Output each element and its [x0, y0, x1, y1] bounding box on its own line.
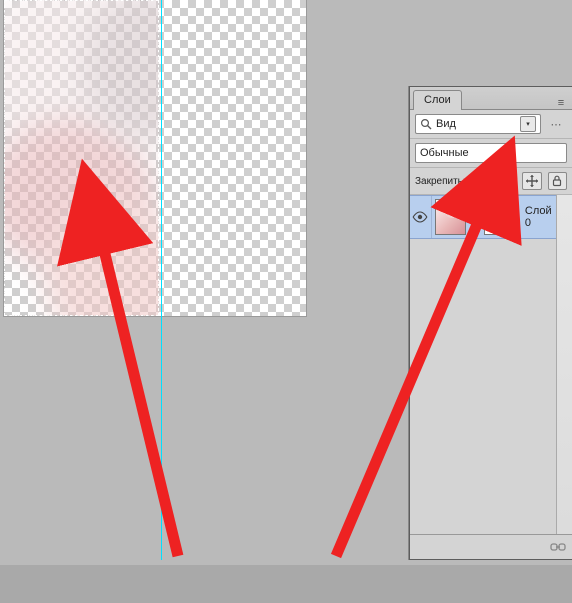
lock-transparency-button[interactable]	[472, 172, 491, 190]
panel-tab-strip: Слои ≡	[410, 87, 572, 110]
mask-link-icon[interactable]	[469, 209, 481, 225]
filter-extras-button[interactable]: ⋯	[545, 118, 567, 131]
layer-filter-select[interactable]: Вид ▾	[415, 114, 541, 134]
tab-layers[interactable]: Слои	[413, 90, 462, 110]
layer-list: Слой 0	[410, 195, 556, 534]
layer-filter-label: Вид	[436, 118, 456, 130]
layer-name[interactable]: Слой 0	[519, 205, 556, 229]
vertical-guide[interactable]	[161, 0, 162, 560]
search-icon	[420, 118, 432, 130]
panel-menu-icon[interactable]: ≡	[550, 97, 572, 109]
document-canvas[interactable]	[4, 0, 306, 316]
blend-mode-row: Обычные	[410, 139, 572, 168]
link-layers-icon[interactable]	[550, 540, 566, 554]
layers-panel: Слои ≡ Вид ▾ ⋯ Обычные Закрепить:	[409, 86, 572, 560]
lock-label: Закрепить:	[415, 176, 466, 187]
layer-mask-thumbnail[interactable]	[484, 199, 515, 235]
lock-row: Закрепить:	[410, 168, 572, 195]
panel-scrollbar[interactable]	[556, 195, 572, 534]
lock-position-button[interactable]	[522, 172, 541, 190]
dropdown-arrows-icon: ▾	[520, 116, 536, 132]
layer-row[interactable]: Слой 0	[410, 195, 556, 239]
lock-all-button[interactable]	[548, 172, 567, 190]
canvas-bottom-strip	[0, 565, 572, 603]
panel-footer	[410, 534, 572, 559]
layer-image-content	[4, 0, 159, 316]
blend-mode-value: Обычные	[420, 147, 469, 159]
blend-mode-select[interactable]: Обычные	[415, 143, 567, 163]
layer-visibility-toggle[interactable]	[410, 196, 432, 238]
layer-filter-row: Вид ▾ ⋯	[410, 110, 572, 139]
layer-thumbnail[interactable]	[435, 199, 466, 235]
lock-pixels-button[interactable]	[497, 172, 516, 190]
